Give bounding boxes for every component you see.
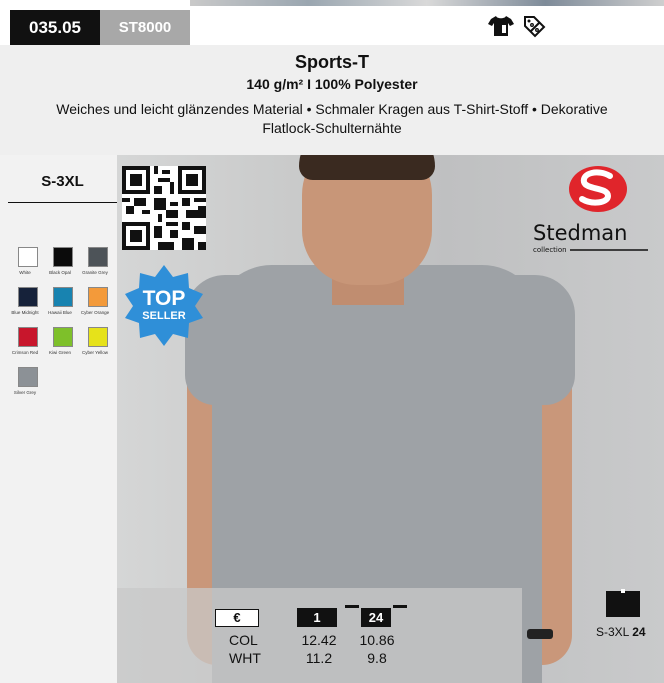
row-label-wht: WHT [229,650,261,666]
swatch-hawaii-blue: Hawaii Blue [43,287,77,315]
swatch-black-opal: Black Opal [43,247,77,275]
top-seller-badge: TOP SELLER [125,265,203,346]
badge-line2: SELLER [142,310,185,322]
model-hair [299,155,435,180]
product-code: 035.05 [10,10,100,45]
price-wht-single: 11.2 [305,650,333,666]
price-col-single: 12.42 [301,632,337,648]
stedman-logo: Stedman collection [533,166,648,254]
product-info: Sports-T 140 g/m² I 100% Polyester Weich… [0,45,664,155]
swatch-cyber-orange: Cyber Orange [78,287,112,315]
color-column: S-3XL White Black Opal Granite Grey Blue… [0,155,117,683]
tshirt-icon [488,16,514,36]
carton-icon [606,589,640,617]
product-title: Sports-T [295,52,369,72]
qty-single: 1 [297,608,337,627]
product-description: Weiches und leicht glänzendes Material •… [56,101,608,136]
brand-name: Stedman [533,221,627,245]
row-label-col: COL [229,632,258,648]
carton-sizes: S-3XL [596,625,629,639]
header-icons [488,14,546,38]
price-table: € 1 24 COL 12.42 10.86 WHT 11.2 9.8 [117,588,522,683]
photo-strip [190,0,664,6]
shirt-sleeve-right [495,275,575,405]
product-sku: ST8000 [100,10,190,45]
swatch-crimson-red: Crimson Red [8,327,42,355]
swatch-white: White [8,247,42,275]
size-range: S-3XL [8,173,117,203]
carton-info: S-3XL 24 [596,625,646,639]
model-watch [527,629,553,639]
badge-line1: TOP [143,287,186,310]
currency-label: € [215,609,259,627]
swatch-kiwi-green: Kiwi Green [43,327,77,355]
product-subtitle: 140 g/m² I 100% Polyester [246,76,418,92]
tag-percent-icon [524,16,546,38]
carton-count: 24 [632,625,646,639]
swatch-blue-midnight: Blue Midnight [8,287,42,315]
header-bar: 035.05 ST8000 [0,0,664,45]
swatch-cyber-yellow: Cyber Yellow [78,327,112,355]
swatch-granite-grey: Granite Grey [78,247,112,275]
price-col-carton: 10.86 [359,632,395,648]
qr-code[interactable] [122,166,206,250]
swatch-silver-grey: Silver Grey [8,367,42,395]
qty-carton: 24 [345,605,407,627]
brand-tagline: collection [533,246,567,254]
price-wht-carton: 9.8 [367,650,387,666]
